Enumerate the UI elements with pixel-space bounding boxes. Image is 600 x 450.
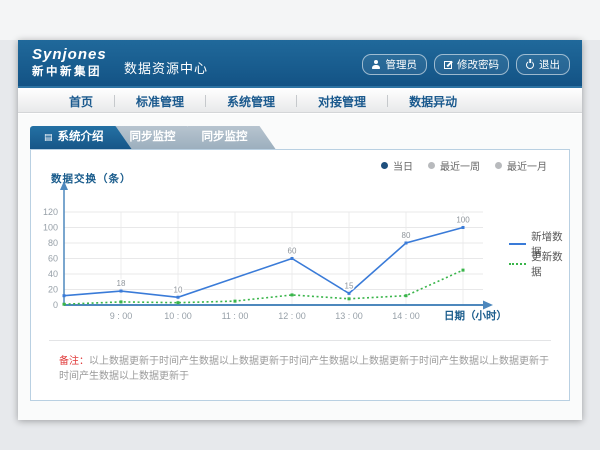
data-point-label: 100	[456, 216, 470, 225]
chart-legend: 新增数据更新数据	[509, 234, 569, 274]
admin-button-label: 管理员	[386, 57, 418, 72]
logout-label: 退出	[539, 57, 560, 72]
radio-icon	[381, 162, 388, 169]
x-axis-title: 日期（小时）	[444, 308, 507, 323]
tab-1[interactable]: ▤ 系统介绍	[30, 126, 132, 149]
desktop-top-strip	[0, 0, 600, 40]
range-selector: 当日 最近一周 最近一月	[381, 158, 547, 173]
change-password-button[interactable]: 修改密码	[434, 54, 509, 75]
nav-item-2[interactable]: 标准管理	[115, 93, 205, 110]
range-option-label: 当日	[393, 158, 413, 173]
x-tick-label: 14 : 00	[392, 311, 420, 321]
power-icon	[526, 61, 534, 69]
data-point	[462, 269, 465, 272]
note-text: 以上数据更新于时间产生数据以上数据更新于时间产生数据以上数据更新于时间产生数据以…	[59, 356, 549, 382]
brand-logo-en: Synjones	[32, 47, 107, 64]
app-window: Synjones 新中新集团 数据资源中心 管理员 修改密码 退出 首页标准管理…	[18, 40, 582, 420]
y-axis-arrow	[60, 181, 68, 190]
data-point	[63, 303, 66, 306]
x-tick-label: 10 : 00	[164, 311, 192, 321]
x-tick-label: 9 : 00	[110, 311, 133, 321]
data-point	[405, 242, 408, 245]
data-point	[177, 301, 180, 304]
logout-button[interactable]: 退出	[516, 54, 570, 75]
range-option-label: 最近一月	[507, 158, 547, 173]
nav-item-1[interactable]: 首页	[48, 93, 114, 110]
legend-label: 更新数据	[531, 249, 569, 279]
x-tick-label: 13 : 00	[335, 311, 363, 321]
tab-label: 系统介绍	[58, 131, 104, 143]
data-point	[405, 294, 408, 297]
legend-item-2: 更新数据	[509, 254, 569, 274]
tab-bar: ▤ 系统介绍 同步监控 同步监控	[30, 126, 260, 149]
data-point-label: 15	[345, 281, 354, 290]
data-point-label: 10	[174, 285, 183, 294]
data-point	[234, 300, 237, 303]
note: 备注：以上数据更新于时间产生数据以上数据更新于时间产生数据以上数据更新于时间产生…	[59, 354, 553, 384]
legend-line-sample	[509, 263, 526, 265]
tick-labels: 0 20 40 60 80 100 120 9 : 00 10 : 00 11 : 00 12 : …	[43, 207, 420, 321]
y-tick-label: 40	[48, 269, 58, 279]
data-point	[462, 226, 465, 229]
note-divider	[49, 340, 551, 341]
tab-label: 同步监控	[130, 131, 176, 143]
nav: 首页标准管理系统管理对接管理数据异动	[18, 90, 582, 113]
data-point-label: 18	[117, 279, 126, 288]
axes	[60, 181, 493, 310]
content-area: ▤系统介绍同步监控同步监控 当日最近一周最近一月 数据交换（条） 0204060…	[18, 114, 582, 420]
radio-icon	[428, 162, 435, 169]
chart-panel: 当日最近一周最近一月 数据交换（条） 0204060801001209 : 00…	[30, 149, 570, 401]
data-point	[63, 294, 66, 297]
nav-item-4[interactable]: 对接管理	[297, 93, 387, 110]
brand-logo: Synjones 新中新集团	[32, 47, 107, 78]
app-header: Synjones 新中新集团 数据资源中心 管理员 修改密码 退出	[18, 40, 582, 88]
range-option-2[interactable]: 最近一周	[428, 158, 480, 173]
data-point	[348, 297, 351, 300]
user-icon	[372, 60, 381, 69]
tab-label: 同步监控	[202, 131, 248, 143]
admin-button[interactable]: 管理员	[362, 54, 428, 75]
document-icon: ▤	[44, 132, 53, 142]
data-point	[291, 293, 294, 296]
data-point	[120, 300, 123, 303]
data-point	[177, 296, 180, 299]
page: { "brand": { "logo_line1": "Synjones", "…	[0, 0, 600, 450]
legend-line-sample	[509, 243, 526, 245]
x-tick-label: 12 : 00	[278, 311, 306, 321]
note-label: 备注：	[59, 356, 89, 367]
user-bar: 管理员 修改密码 退出	[362, 54, 571, 75]
range-option-3[interactable]: 最近一月	[495, 158, 547, 173]
y-tick-label: 60	[48, 254, 58, 264]
brand-logo-cn: 新中新集团	[32, 66, 107, 79]
y-tick-label: 0	[53, 300, 58, 310]
data-point	[291, 257, 294, 260]
y-tick-label: 100	[43, 223, 58, 233]
change-password-label: 修改密码	[457, 57, 499, 72]
edit-icon	[444, 61, 452, 69]
nav-item-3[interactable]: 系统管理	[206, 93, 296, 110]
data-point-label: 60	[288, 247, 297, 256]
radio-icon	[495, 162, 502, 169]
range-option-label: 最近一周	[440, 158, 480, 173]
page-title: 数据资源中心	[124, 58, 208, 77]
x-tick-label: 11 : 00	[222, 311, 249, 321]
data-point	[348, 292, 351, 295]
data-point-label: 80	[402, 231, 411, 240]
range-option-1[interactable]: 当日	[381, 158, 413, 173]
y-tick-label: 20	[48, 285, 58, 295]
y-tick-label: 80	[48, 238, 58, 248]
data-point	[120, 290, 123, 293]
y-tick-label: 120	[43, 207, 58, 217]
nav-item-5[interactable]: 数据异动	[388, 93, 478, 110]
